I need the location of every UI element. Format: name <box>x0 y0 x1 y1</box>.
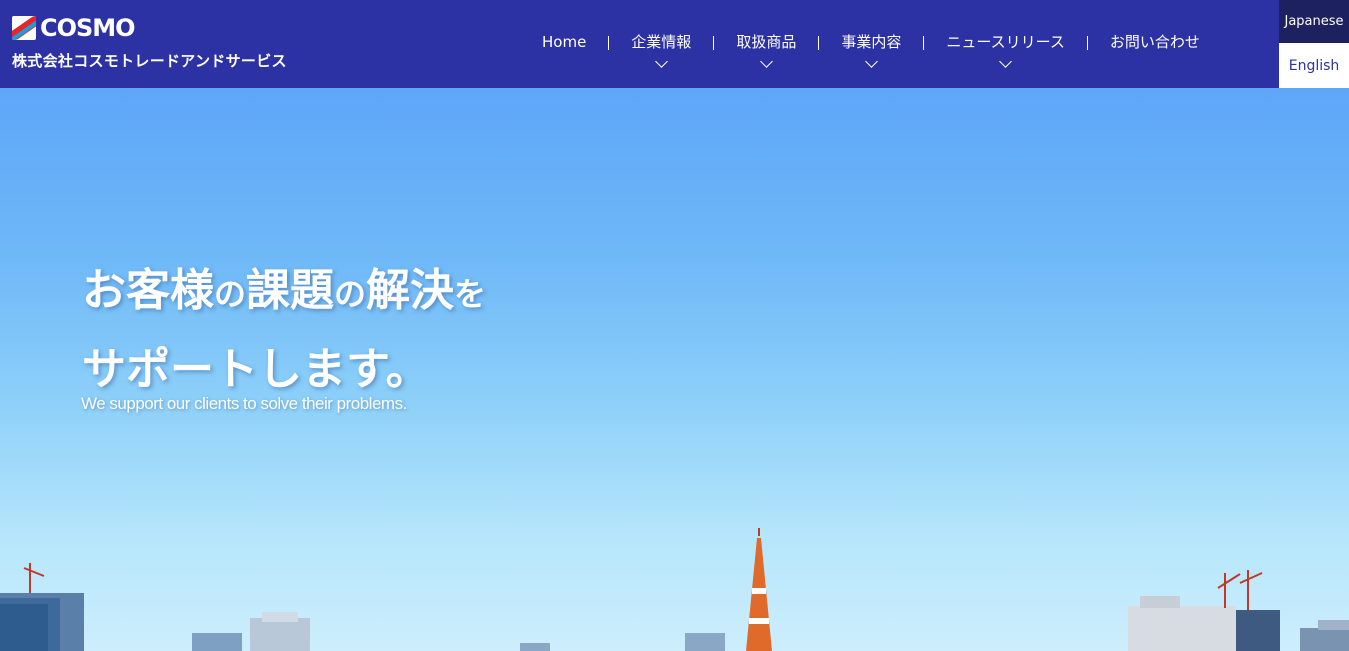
cosmo-logo-icon <box>12 16 36 40</box>
chevron-down-icon[interactable] <box>864 55 878 68</box>
main-nav: Home 企業情報 取扱商品 事業内容 ニュースリリース お問い合わせ <box>520 30 1222 74</box>
hero-headline: お客様の課題の解決を サポートします。 <box>82 256 486 405</box>
chevron-down-icon[interactable] <box>654 55 668 68</box>
language-switcher: Japanese English <box>1279 0 1349 88</box>
hero-headline-line1: お客様の課題の解決を <box>82 265 487 316</box>
lang-english-button[interactable]: English <box>1279 43 1349 88</box>
nav-item-label: 企業情報 <box>631 33 692 51</box>
nav-item-label: ニュースリリース <box>946 33 1065 51</box>
hero-section: お客様の課題の解決を サポートします。 We support our clien… <box>0 88 1349 651</box>
chevron-down-icon[interactable] <box>759 55 773 68</box>
nav-item-home[interactable]: Home <box>520 30 608 74</box>
site-header: COSMO 株式会社コスモトレードアンドサービス Home 企業情報 取扱商品 … <box>0 0 1349 88</box>
nav-item-label: 事業内容 <box>841 33 902 51</box>
lang-japanese-button[interactable]: Japanese <box>1279 0 1349 43</box>
nav-item-company[interactable]: 企業情報 <box>609 30 713 74</box>
nav-item-label: Home <box>542 33 587 51</box>
hero-subtitle: We support our clients to solve their pr… <box>81 394 407 413</box>
chevron-down-icon[interactable] <box>999 55 1012 68</box>
logo-text: COSMO <box>40 14 136 42</box>
company-name: 株式会社コスモトレードアンドサービス <box>12 52 287 70</box>
nav-item-label: 取扱商品 <box>736 33 797 51</box>
nav-item-business[interactable]: 事業内容 <box>819 30 923 74</box>
logo-link[interactable]: COSMO 株式会社コスモトレードアンドサービス <box>12 14 287 71</box>
nav-item-label: お問い合わせ <box>1109 33 1200 51</box>
nav-item-news[interactable]: ニュースリリース <box>924 30 1087 74</box>
nav-item-products[interactable]: 取扱商品 <box>714 30 818 74</box>
nav-item-contact[interactable]: お問い合わせ <box>1088 30 1222 74</box>
